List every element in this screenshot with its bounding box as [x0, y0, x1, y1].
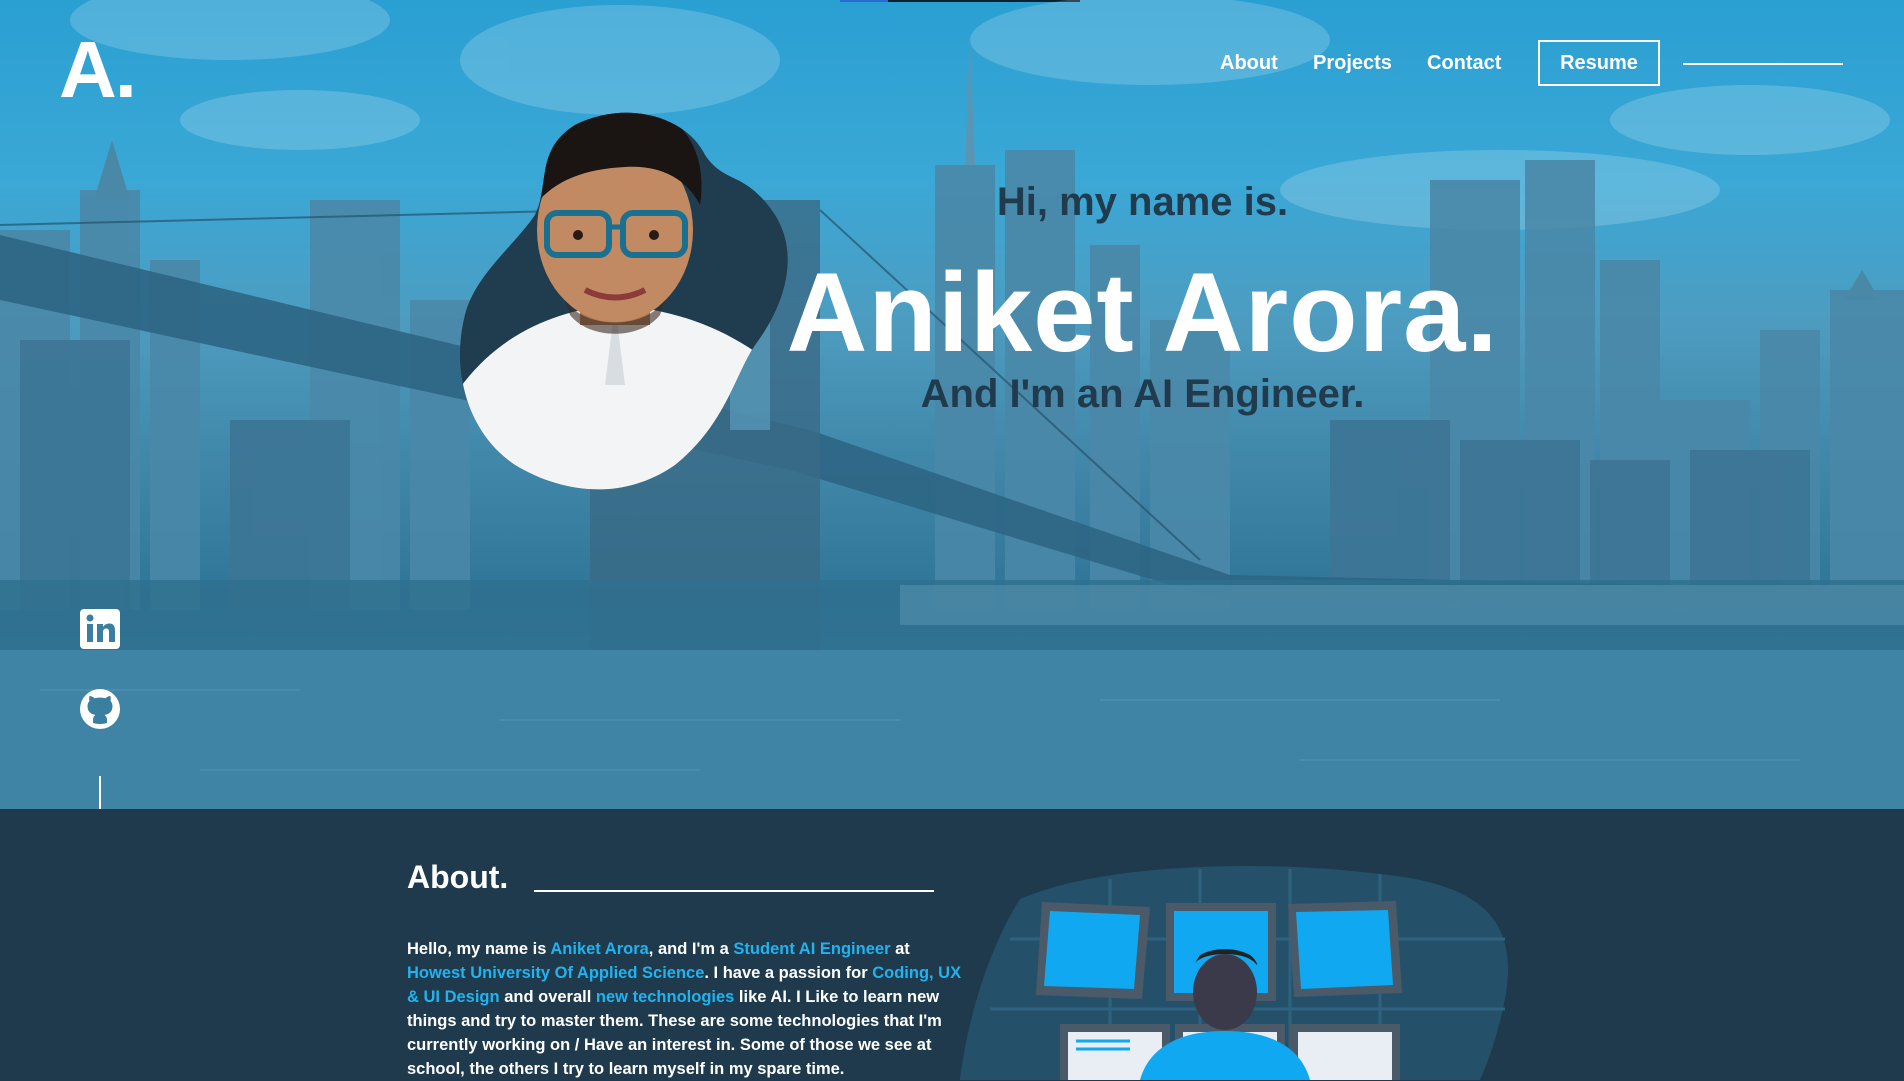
resume-button[interactable]: Resume	[1538, 40, 1660, 86]
linkedin-icon[interactable]	[79, 608, 121, 650]
hero-role: And I'm an AI Engineer.	[920, 372, 1365, 416]
about-text-segment: . I have a passion for	[704, 964, 873, 982]
nav-divider-line	[1683, 63, 1843, 65]
highlight-technologies: new technologies	[595, 988, 735, 1006]
about-section: About. Hello, my name is Aniket Arora, a…	[0, 809, 1904, 1080]
hero-section: A. About Projects Contact Resume Hi, my …	[0, 0, 1904, 809]
nav-link-projects[interactable]: Projects	[1313, 52, 1392, 75]
hero-greeting: Hi, my name is.	[996, 180, 1289, 224]
about-title-line	[534, 890, 934, 892]
about-text-segment: Hello, my name is	[407, 940, 551, 958]
about-title: About.	[407, 859, 509, 895]
nav-link-about[interactable]: About	[1220, 52, 1278, 75]
about-paragraph: Hello, my name is Aniket Arora, and I'm …	[407, 937, 972, 1081]
about-text-segment: , and I'm a	[648, 940, 734, 958]
highlight-school: Howest University Of Applied Science	[407, 964, 705, 982]
github-icon[interactable]	[79, 688, 121, 730]
highlight-name: Aniket Arora	[550, 940, 649, 958]
hero-name: Aniket Arora.	[786, 250, 1499, 375]
developer-monitors-illustration	[960, 866, 1509, 1080]
about-text-segment: and overall	[499, 988, 596, 1006]
highlight-role: Student AI Engineer	[733, 940, 891, 958]
nav-link-contact[interactable]: Contact	[1427, 52, 1501, 75]
site-logo[interactable]: A.	[59, 30, 137, 110]
about-text-segment: at	[890, 940, 910, 958]
